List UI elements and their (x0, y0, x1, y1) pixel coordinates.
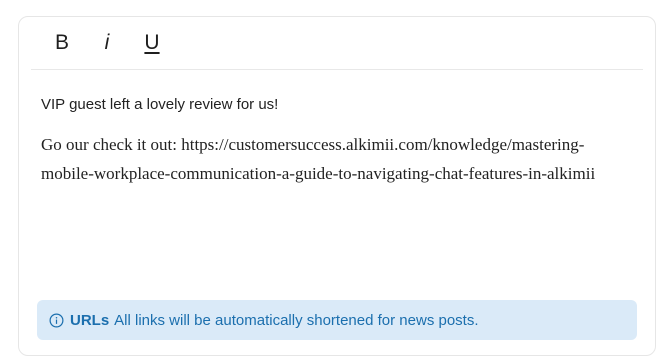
underline-button[interactable]: U (137, 28, 167, 58)
url-info-notice: URLs All links will be automatically sho… (37, 300, 637, 340)
content-paragraph: VIP guest left a lovely review for us! (41, 96, 279, 113)
editor-content-area[interactable]: VIP guest left a lovely review for us! G… (19, 70, 655, 188)
bold-button[interactable]: B (47, 28, 77, 58)
formatting-toolbar: B i U (31, 17, 643, 70)
content-paragraph-link: Go our check it out: https://customersuc… (41, 135, 596, 183)
italic-button[interactable]: i (92, 28, 122, 58)
notice-title: URLs (70, 311, 110, 329)
notice-text: All links will be automatically shortene… (114, 311, 479, 329)
info-icon (49, 313, 64, 328)
rich-text-editor: B i U VIP guest left a lovely review for… (18, 16, 656, 356)
